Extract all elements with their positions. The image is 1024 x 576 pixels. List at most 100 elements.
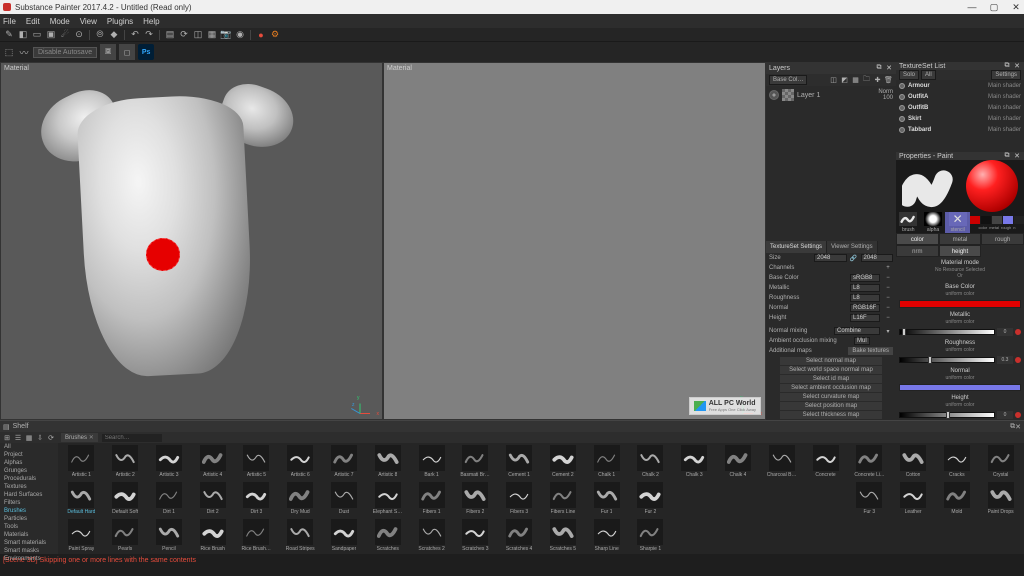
brush-item[interactable]: Scratches 3 [454, 519, 497, 554]
map-normal[interactable]: Select normal map [780, 357, 882, 365]
visibility-dot-icon[interactable] [899, 105, 905, 111]
shader-name[interactable]: Main shader [988, 127, 1021, 133]
alpha-slot[interactable]: alpha [921, 212, 946, 233]
brush-item[interactable]: Artistic 4 [191, 445, 234, 481]
bake-button[interactable]: Bake textures [848, 347, 893, 355]
brush-item[interactable]: Concrete Li... [848, 445, 891, 481]
shelf-category-brushes[interactable]: Brushes [0, 507, 58, 515]
visibility-dot-icon[interactable] [899, 83, 905, 89]
brush-item[interactable]: Cement 1 [498, 445, 541, 481]
brush-tool-icon[interactable]: ✎ [3, 29, 15, 41]
brush-item[interactable]: Fibers 2 [454, 482, 497, 518]
normal-color-swatch[interactable] [899, 384, 1021, 391]
map-curvature[interactable]: Select curvature map [780, 393, 882, 401]
textureset-row[interactable]: OutfitBMain shader [896, 102, 1024, 113]
shelf-category-hard-surfaces[interactable]: Hard Surfaces [0, 491, 58, 499]
layer-name[interactable]: Layer 1 [797, 92, 875, 99]
brush-item[interactable]: Road Stripes [279, 519, 322, 554]
tab-metal[interactable]: metal [939, 233, 982, 245]
add-mask-icon[interactable]: ◩ [840, 74, 849, 86]
brush-item[interactable]: Default Hard [60, 482, 103, 518]
solo-button[interactable]: Solo [899, 70, 919, 80]
close-icon[interactable]: ✕ [1013, 152, 1021, 160]
channel-format[interactable]: sRGB8 [850, 274, 880, 282]
visibility-dot-icon[interactable] [899, 116, 905, 122]
brush-item[interactable]: Artistic 1 [60, 445, 103, 481]
undock-icon[interactable]: ⧉ [1003, 62, 1011, 70]
shelf-category-procedurals[interactable]: Procedurals [0, 475, 58, 483]
search-input[interactable] [102, 434, 162, 442]
record-icon[interactable]: ● [255, 29, 267, 41]
shelf-category-alphas[interactable]: Alphas [0, 459, 58, 467]
maximize-button[interactable]: ▢ [989, 2, 999, 13]
close-icon[interactable]: ✕ [1015, 423, 1021, 431]
brush-item[interactable]: Scratches 5 [542, 519, 585, 554]
brush-item[interactable]: Basmati Brush [454, 445, 497, 481]
add-fill-icon[interactable]: ▦ [851, 74, 860, 86]
iray-icon[interactable]: ◉ [234, 29, 246, 41]
menu-view[interactable]: View [80, 17, 97, 26]
size-input[interactable]: 2048 [814, 254, 847, 262]
close-button[interactable]: ✕ [1011, 2, 1021, 13]
channel-format[interactable]: L16F [850, 314, 880, 322]
camera-reset-icon[interactable]: ⟳ [178, 29, 190, 41]
reset-icon[interactable] [1015, 412, 1021, 418]
metallic-slider[interactable]: 0 [896, 327, 1024, 337]
shelf-category-tools[interactable]: Tools [0, 523, 58, 531]
remove-channel-icon[interactable]: − [883, 305, 893, 311]
add-group-icon[interactable]: 🗀 [862, 74, 871, 86]
add-effect-icon[interactable]: ◫ [829, 74, 838, 86]
shelf-category-project[interactable]: Project [0, 451, 58, 459]
eraser-tool-icon[interactable]: ◧ [17, 29, 29, 41]
shader-name[interactable]: Main shader [988, 83, 1021, 89]
brush-item[interactable]: Chalk 2 [629, 445, 672, 481]
brush-item[interactable]: Pencil [148, 519, 191, 554]
add-channel-icon[interactable]: + [883, 265, 893, 271]
symmetry-icon[interactable]: ⬚ [3, 46, 15, 58]
textureset-row[interactable]: SkirtMain shader [896, 113, 1024, 124]
iso-icon[interactable]: ▦ [206, 29, 218, 41]
brush-item[interactable]: Chalk 3 [673, 445, 716, 481]
channel-format[interactable]: L8 [850, 294, 880, 302]
close-icon[interactable]: ✕ [885, 64, 893, 72]
tab-color[interactable]: color [896, 233, 939, 245]
brush-item[interactable]: Artistic 2 [104, 445, 147, 481]
visibility-dot-icon[interactable] [899, 94, 905, 100]
gear-icon[interactable]: ⚙ [269, 29, 281, 41]
textureset-row[interactable]: TabbardMain shader [896, 124, 1024, 135]
brush-item[interactable]: Artistic 8 [366, 445, 409, 481]
brush-item[interactable]: Cement 2 [542, 445, 585, 481]
close-icon[interactable]: ✕ [1013, 62, 1021, 70]
photoshop-export-icon[interactable]: Ps [138, 44, 154, 60]
shelf-category-all[interactable]: All [0, 443, 58, 451]
brush-item[interactable]: Sharp Line [585, 519, 628, 554]
viewport-2d[interactable]: Material x y ALL PC World Free Apps One … [384, 63, 765, 419]
remove-channel-icon[interactable]: − [883, 295, 893, 301]
textureset-row[interactable]: ArmourMain shader [896, 80, 1024, 91]
brush-item[interactable]: Fur 2 [629, 482, 672, 518]
shelf-refresh-icon[interactable]: ⟳ [47, 432, 55, 444]
brush-item[interactable]: Charcoal Br... [760, 445, 803, 481]
view-mode-icon[interactable]: ▤ [164, 29, 176, 41]
shelf-category-smart-materials[interactable]: Smart materials [0, 539, 58, 547]
map-wsnormal[interactable]: Select world space normal map [780, 366, 882, 374]
stencil-slot[interactable]: ✕stencil [945, 212, 970, 233]
channel-format[interactable]: L8 [850, 284, 880, 292]
camera-icon[interactable]: 📷 [220, 29, 232, 41]
brush-item[interactable]: Cracks [935, 445, 978, 481]
opacity-value[interactable]: 100 [883, 95, 893, 101]
menu-plugins[interactable]: Plugins [107, 17, 133, 26]
brush-item[interactable]: Pearls [104, 519, 147, 554]
shader-name[interactable]: Main shader [988, 94, 1021, 100]
brush-item[interactable]: Chalk 1 [585, 445, 628, 481]
brush-item[interactable]: Mold [935, 482, 978, 518]
base-color-swatch[interactable] [899, 300, 1021, 307]
brush-item[interactable]: Dirt 1 [148, 482, 191, 518]
brush-item[interactable]: Rice Brush [191, 519, 234, 554]
brush-item[interactable]: Paint Drops [979, 482, 1022, 518]
toolbox-icon[interactable]: 🞖 [100, 44, 116, 60]
brush-item[interactable]: Concrete [804, 445, 847, 481]
brush-item[interactable]: Elephant Skin [366, 482, 409, 518]
remove-channel-icon[interactable]: − [883, 285, 893, 291]
brush-item[interactable]: Artistic 3 [148, 445, 191, 481]
